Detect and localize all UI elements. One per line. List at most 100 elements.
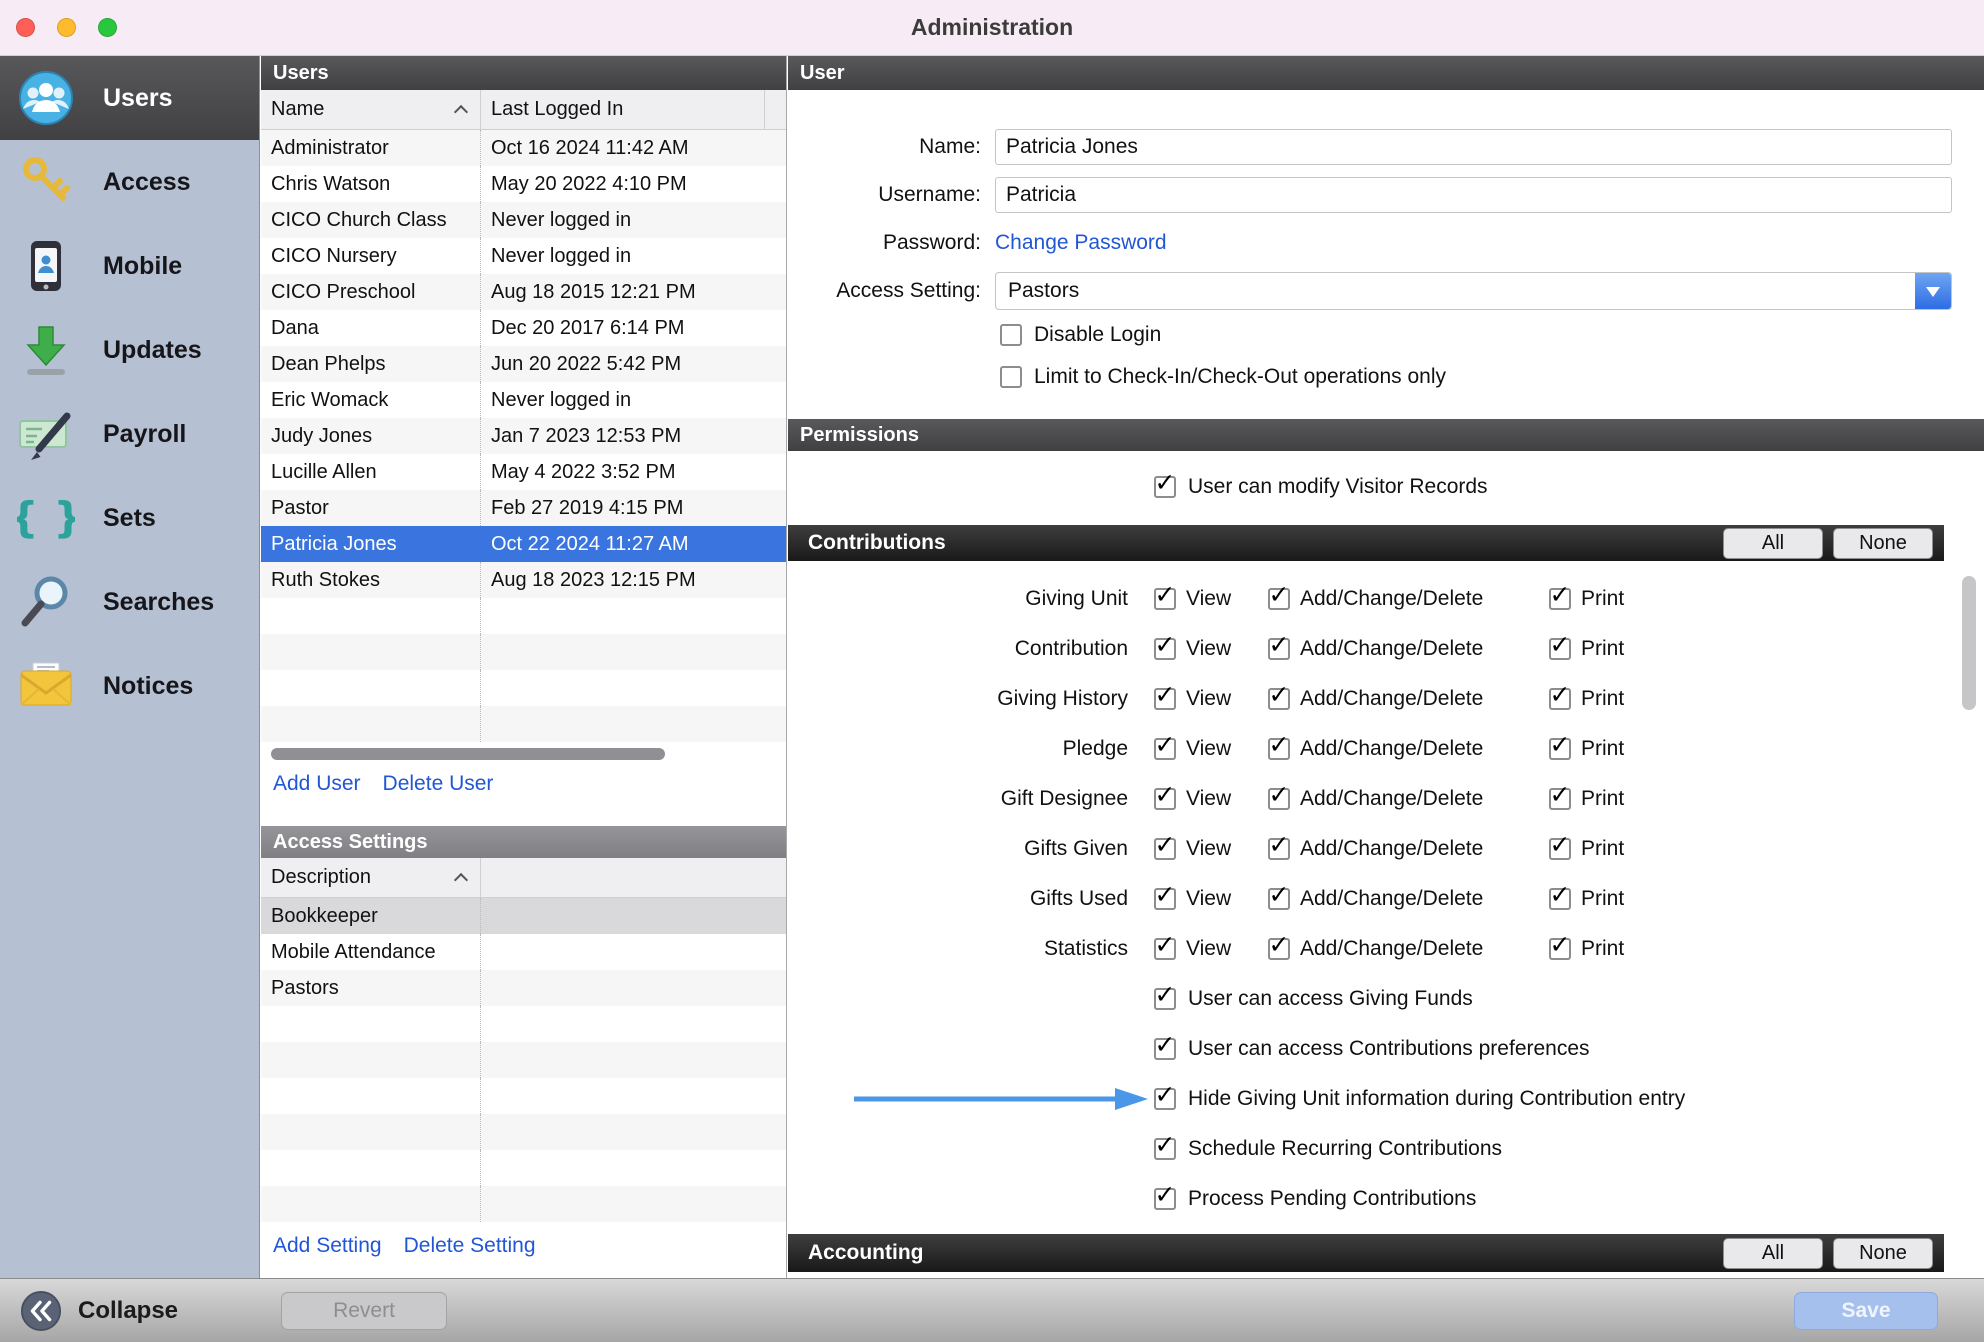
delete-user-link[interactable]: Delete User xyxy=(383,772,494,796)
print-checkbox[interactable] xyxy=(1549,788,1571,810)
access-setting-row[interactable]: Pastors xyxy=(261,970,786,1006)
accounting-none-button[interactable]: None xyxy=(1833,1238,1933,1269)
add-user-link[interactable]: Add User xyxy=(273,772,361,796)
sidebar-item-payroll[interactable]: Payroll xyxy=(0,392,259,476)
add-change-delete-checkbox[interactable] xyxy=(1268,788,1290,810)
access-setting-dropdown[interactable]: Pastors xyxy=(995,272,1952,310)
change-password-link[interactable]: Change Password xyxy=(995,231,1167,255)
add-change-delete-checkbox[interactable] xyxy=(1268,588,1290,610)
sidebar-item-sets[interactable]: { } Sets xyxy=(0,476,259,560)
name-column-header[interactable]: Name xyxy=(261,90,481,129)
dropdown-chevron-icon[interactable] xyxy=(1915,273,1951,309)
user-row[interactable]: Pastor Feb 27 2019 4:15 PM xyxy=(261,490,786,526)
user-last-login-cell: Never logged in xyxy=(481,202,786,238)
access-setting-row[interactable]: Bookkeeper xyxy=(261,898,786,934)
print-checkbox[interactable] xyxy=(1549,638,1571,660)
access-setting-row[interactable]: Mobile Attendance xyxy=(261,934,786,970)
permission-row-label: Giving History xyxy=(788,687,1154,711)
user-row[interactable]: Chris Watson May 20 2022 4:10 PM xyxy=(261,166,786,202)
horizontal-scrollbar[interactable] xyxy=(271,748,776,760)
view-label: View xyxy=(1186,737,1231,761)
user-row[interactable]: Administrator Oct 16 2024 11:42 AM xyxy=(261,130,786,166)
description-column-header[interactable]: Description xyxy=(261,858,481,897)
minimize-window-button[interactable] xyxy=(57,18,76,37)
close-window-button[interactable] xyxy=(16,18,35,37)
revert-button[interactable]: Revert xyxy=(281,1292,447,1330)
contributions-none-button[interactable]: None xyxy=(1833,528,1933,559)
user-panel-header: User xyxy=(788,56,1984,90)
user-row[interactable]: CICO Church Class Never logged in xyxy=(261,202,786,238)
print-checkbox[interactable] xyxy=(1549,588,1571,610)
view-checkbox[interactable] xyxy=(1154,688,1176,710)
view-checkbox[interactable] xyxy=(1154,788,1176,810)
empty-row xyxy=(261,670,786,706)
name-input[interactable] xyxy=(995,129,1952,165)
user-row[interactable]: Judy Jones Jan 7 2023 12:53 PM xyxy=(261,418,786,454)
add-change-delete-checkbox[interactable] xyxy=(1268,638,1290,660)
sidebar-item-updates[interactable]: Updates xyxy=(0,308,259,392)
vertical-scrollbar-thumb[interactable] xyxy=(1962,576,1976,710)
user-name-cell: Administrator xyxy=(261,130,481,166)
permission-option-checkbox[interactable] xyxy=(1154,1038,1176,1060)
add-change-delete-checkbox[interactable] xyxy=(1268,938,1290,960)
user-row[interactable]: Dean Phelps Jun 20 2022 5:42 PM xyxy=(261,346,786,382)
sidebar-item-access[interactable]: Access xyxy=(0,140,259,224)
user-row[interactable]: Eric Womack Never logged in xyxy=(261,382,786,418)
username-input[interactable] xyxy=(995,177,1952,213)
horizontal-scrollbar-thumb[interactable] xyxy=(271,748,665,760)
user-row[interactable]: Patricia Jones Oct 22 2024 11:27 AM xyxy=(261,526,786,562)
svg-text:{ }: { } xyxy=(17,493,75,542)
limit-checkin-checkout-checkbox[interactable] xyxy=(1000,366,1022,388)
view-checkbox[interactable] xyxy=(1154,938,1176,960)
add-change-delete-label: Add/Change/Delete xyxy=(1300,637,1483,661)
user-row[interactable]: Ruth Stokes Aug 18 2023 12:15 PM xyxy=(261,562,786,598)
permission-row: Giving Unit View Add/Change/Delete Print xyxy=(788,574,1984,624)
permission-option-checkbox[interactable] xyxy=(1154,988,1176,1010)
print-checkbox[interactable] xyxy=(1549,938,1571,960)
view-checkbox[interactable] xyxy=(1154,588,1176,610)
add-change-delete-checkbox[interactable] xyxy=(1268,738,1290,760)
user-row[interactable]: Dana Dec 20 2017 6:14 PM xyxy=(261,310,786,346)
view-checkbox[interactable] xyxy=(1154,888,1176,910)
print-checkbox[interactable] xyxy=(1549,838,1571,860)
view-checkbox[interactable] xyxy=(1154,838,1176,860)
sidebar-item-users[interactable]: Users xyxy=(0,56,259,140)
permission-option-checkbox[interactable] xyxy=(1154,1188,1176,1210)
print-checkbox[interactable] xyxy=(1549,888,1571,910)
add-change-delete-label: Add/Change/Delete xyxy=(1300,787,1483,811)
users-panel-title: Users xyxy=(273,62,329,85)
contributions-all-button[interactable]: All xyxy=(1723,528,1823,559)
save-button[interactable]: Save xyxy=(1794,1292,1938,1330)
sidebar-item-notices[interactable]: Notices xyxy=(0,644,259,728)
add-change-delete-checkbox[interactable] xyxy=(1268,688,1290,710)
disable-login-checkbox[interactable] xyxy=(1000,324,1022,346)
last-logged-in-column-header[interactable]: Last Logged In xyxy=(481,90,764,129)
user-row[interactable]: Lucille Allen May 4 2022 3:52 PM xyxy=(261,454,786,490)
zoom-window-button[interactable] xyxy=(98,18,117,37)
print-checkbox[interactable] xyxy=(1549,688,1571,710)
view-checkbox[interactable] xyxy=(1154,638,1176,660)
empty-row xyxy=(261,1006,786,1042)
user-row[interactable]: CICO Preschool Aug 18 2015 12:21 PM xyxy=(261,274,786,310)
collapse-button[interactable]: Collapse xyxy=(20,1279,178,1342)
view-checkbox[interactable] xyxy=(1154,738,1176,760)
permission-option-row: User can access Contributions preference… xyxy=(788,1024,1984,1074)
add-setting-link[interactable]: Add Setting xyxy=(273,1234,382,1258)
sidebar-item-mobile[interactable]: Mobile xyxy=(0,224,259,308)
mobile-icon xyxy=(15,235,77,297)
user-row[interactable]: CICO Nursery Never logged in xyxy=(261,238,786,274)
view-label: View xyxy=(1186,837,1231,861)
add-change-delete-checkbox[interactable] xyxy=(1268,838,1290,860)
print-checkbox[interactable] xyxy=(1549,738,1571,760)
add-change-delete-checkbox[interactable] xyxy=(1268,888,1290,910)
permission-row: Pledge View Add/Change/Delete Print xyxy=(788,724,1984,774)
modify-visitor-records-checkbox[interactable] xyxy=(1154,476,1176,498)
modify-visitor-records-label: User can modify Visitor Records xyxy=(1188,475,1488,499)
accounting-all-button[interactable]: All xyxy=(1723,1238,1823,1269)
print-label: Print xyxy=(1581,737,1624,761)
delete-setting-link[interactable]: Delete Setting xyxy=(404,1234,536,1258)
permission-option-checkbox[interactable] xyxy=(1154,1088,1176,1110)
permission-option-checkbox[interactable] xyxy=(1154,1138,1176,1160)
user-last-login-cell: Dec 20 2017 6:14 PM xyxy=(481,310,786,346)
sidebar-item-searches[interactable]: Searches xyxy=(0,560,259,644)
